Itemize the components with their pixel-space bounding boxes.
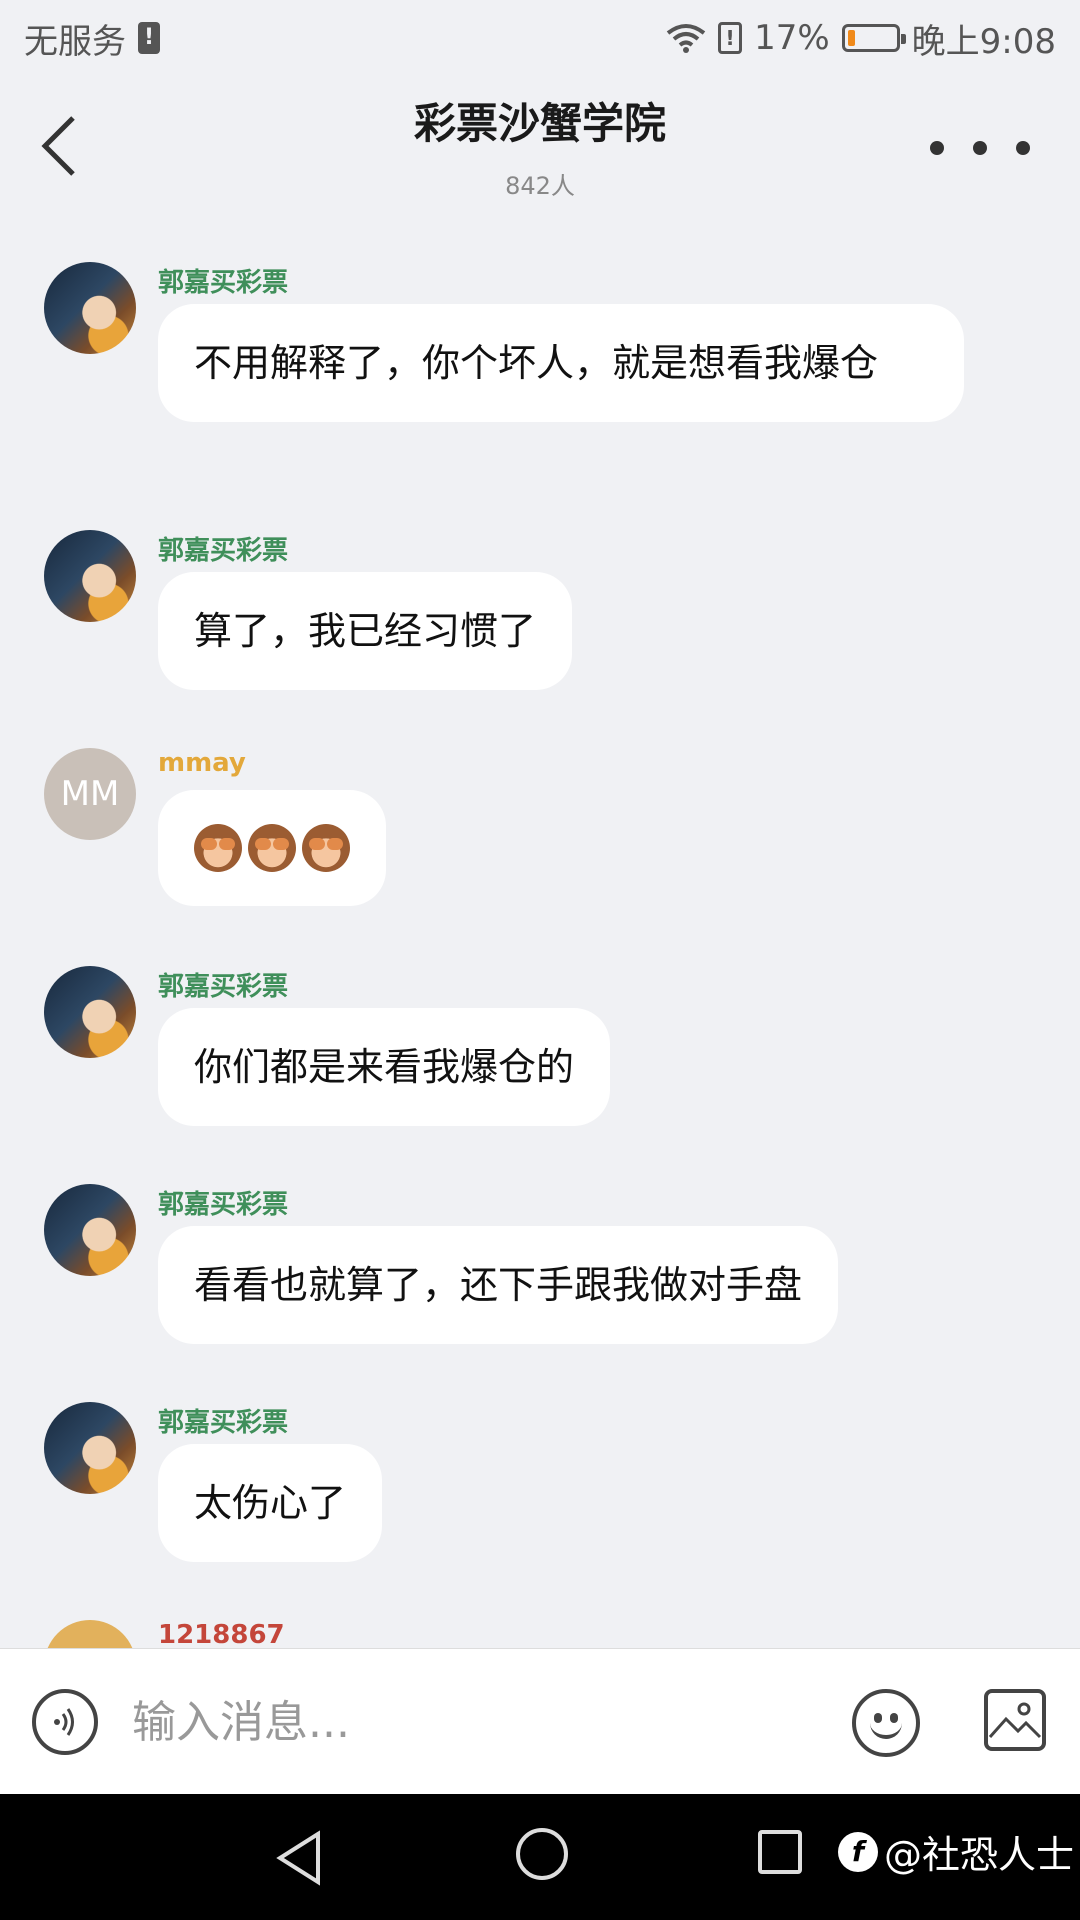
battery-percent: 17% xyxy=(754,18,830,58)
watermark: f @社恐人士 xyxy=(838,1824,1074,1879)
system-navigation-bar: f @社恐人士 xyxy=(0,1794,1080,1920)
sender-name[interactable]: 1218867 xyxy=(158,1620,285,1648)
sender-name[interactable]: 郭嘉买彩票 xyxy=(158,1402,288,1439)
avatar[interactable] xyxy=(44,966,136,1058)
avatar[interactable] xyxy=(44,1184,136,1276)
status-bar: 无服务 ! 17% 晚上9:08 xyxy=(0,0,1080,76)
avatar[interactable]: MM xyxy=(44,748,136,840)
sender-name[interactable]: 郭嘉买彩票 xyxy=(158,262,288,299)
voice-input-button[interactable] xyxy=(32,1689,98,1755)
avatar[interactable] xyxy=(44,1620,136,1648)
avatar[interactable] xyxy=(44,530,136,622)
message-input[interactable] xyxy=(132,1685,812,1759)
message-list[interactable]: 郭嘉买彩票 不用解释了，你个坏人，就是想看我爆仓 郭嘉买彩票 算了，我已经习惯了… xyxy=(0,216,1080,1648)
avatar[interactable] xyxy=(44,1402,136,1494)
member-count: 842人 xyxy=(505,172,575,200)
watermark-text: @社恐人士 xyxy=(884,1833,1075,1877)
wifi-icon xyxy=(666,23,706,53)
clock: 晚上9:08 xyxy=(911,21,1056,62)
smile-icon xyxy=(870,1723,902,1739)
chat-header: 彩票沙蟹学院 842人 xyxy=(0,76,1080,216)
notification-alert-icon: ! xyxy=(718,22,743,54)
weibo-logo-icon: f xyxy=(838,1831,878,1872)
sender-name[interactable]: mmay xyxy=(158,748,246,778)
nav-recents-button[interactable] xyxy=(758,1830,802,1874)
nav-back-button[interactable] xyxy=(274,1830,324,1886)
see-no-evil-monkey-icon xyxy=(302,824,350,872)
chat-screen: 无服务 ! 17% 晚上9:08 xyxy=(0,0,1080,1920)
more-dot-icon xyxy=(973,141,987,155)
more-dot-icon xyxy=(1016,141,1030,155)
message-input-bar xyxy=(0,1648,1080,1794)
see-no-evil-monkey-icon xyxy=(248,824,296,872)
battery-level xyxy=(847,30,856,46)
sender-name[interactable]: 郭嘉买彩票 xyxy=(158,530,288,567)
see-no-evil-monkey-icon xyxy=(194,824,242,872)
carrier-status: 无服务 xyxy=(24,21,126,62)
battery-icon xyxy=(841,24,906,52)
message-bubble[interactable]: 不用解释了，你个坏人，就是想看我爆仓 xyxy=(158,304,964,422)
emoji-button[interactable] xyxy=(852,1689,920,1757)
group-title: 彩票沙蟹学院 xyxy=(413,99,666,148)
image-icon xyxy=(988,1702,1042,1739)
message-bubble[interactable]: 太伤心了 xyxy=(158,1444,383,1562)
more-dot-icon xyxy=(930,141,944,155)
message-bubble[interactable]: 你们都是来看我爆仓的 xyxy=(158,1008,611,1126)
message-bubble[interactable] xyxy=(158,790,386,906)
sender-name[interactable]: 郭嘉买彩票 xyxy=(158,966,288,1003)
more-options-button[interactable] xyxy=(930,126,1030,170)
message-bubble[interactable]: 看看也就算了，还下手跟我做对手盘 xyxy=(158,1226,839,1344)
sim-alert-icon xyxy=(138,22,160,54)
nav-home-button[interactable] xyxy=(516,1828,568,1880)
message-bubble[interactable]: 算了，我已经习惯了 xyxy=(158,572,573,690)
sender-name[interactable]: 郭嘉买彩票 xyxy=(158,1184,288,1221)
voice-icon xyxy=(54,1708,74,1736)
image-picker-button[interactable] xyxy=(984,1689,1046,1751)
avatar[interactable] xyxy=(44,262,136,354)
